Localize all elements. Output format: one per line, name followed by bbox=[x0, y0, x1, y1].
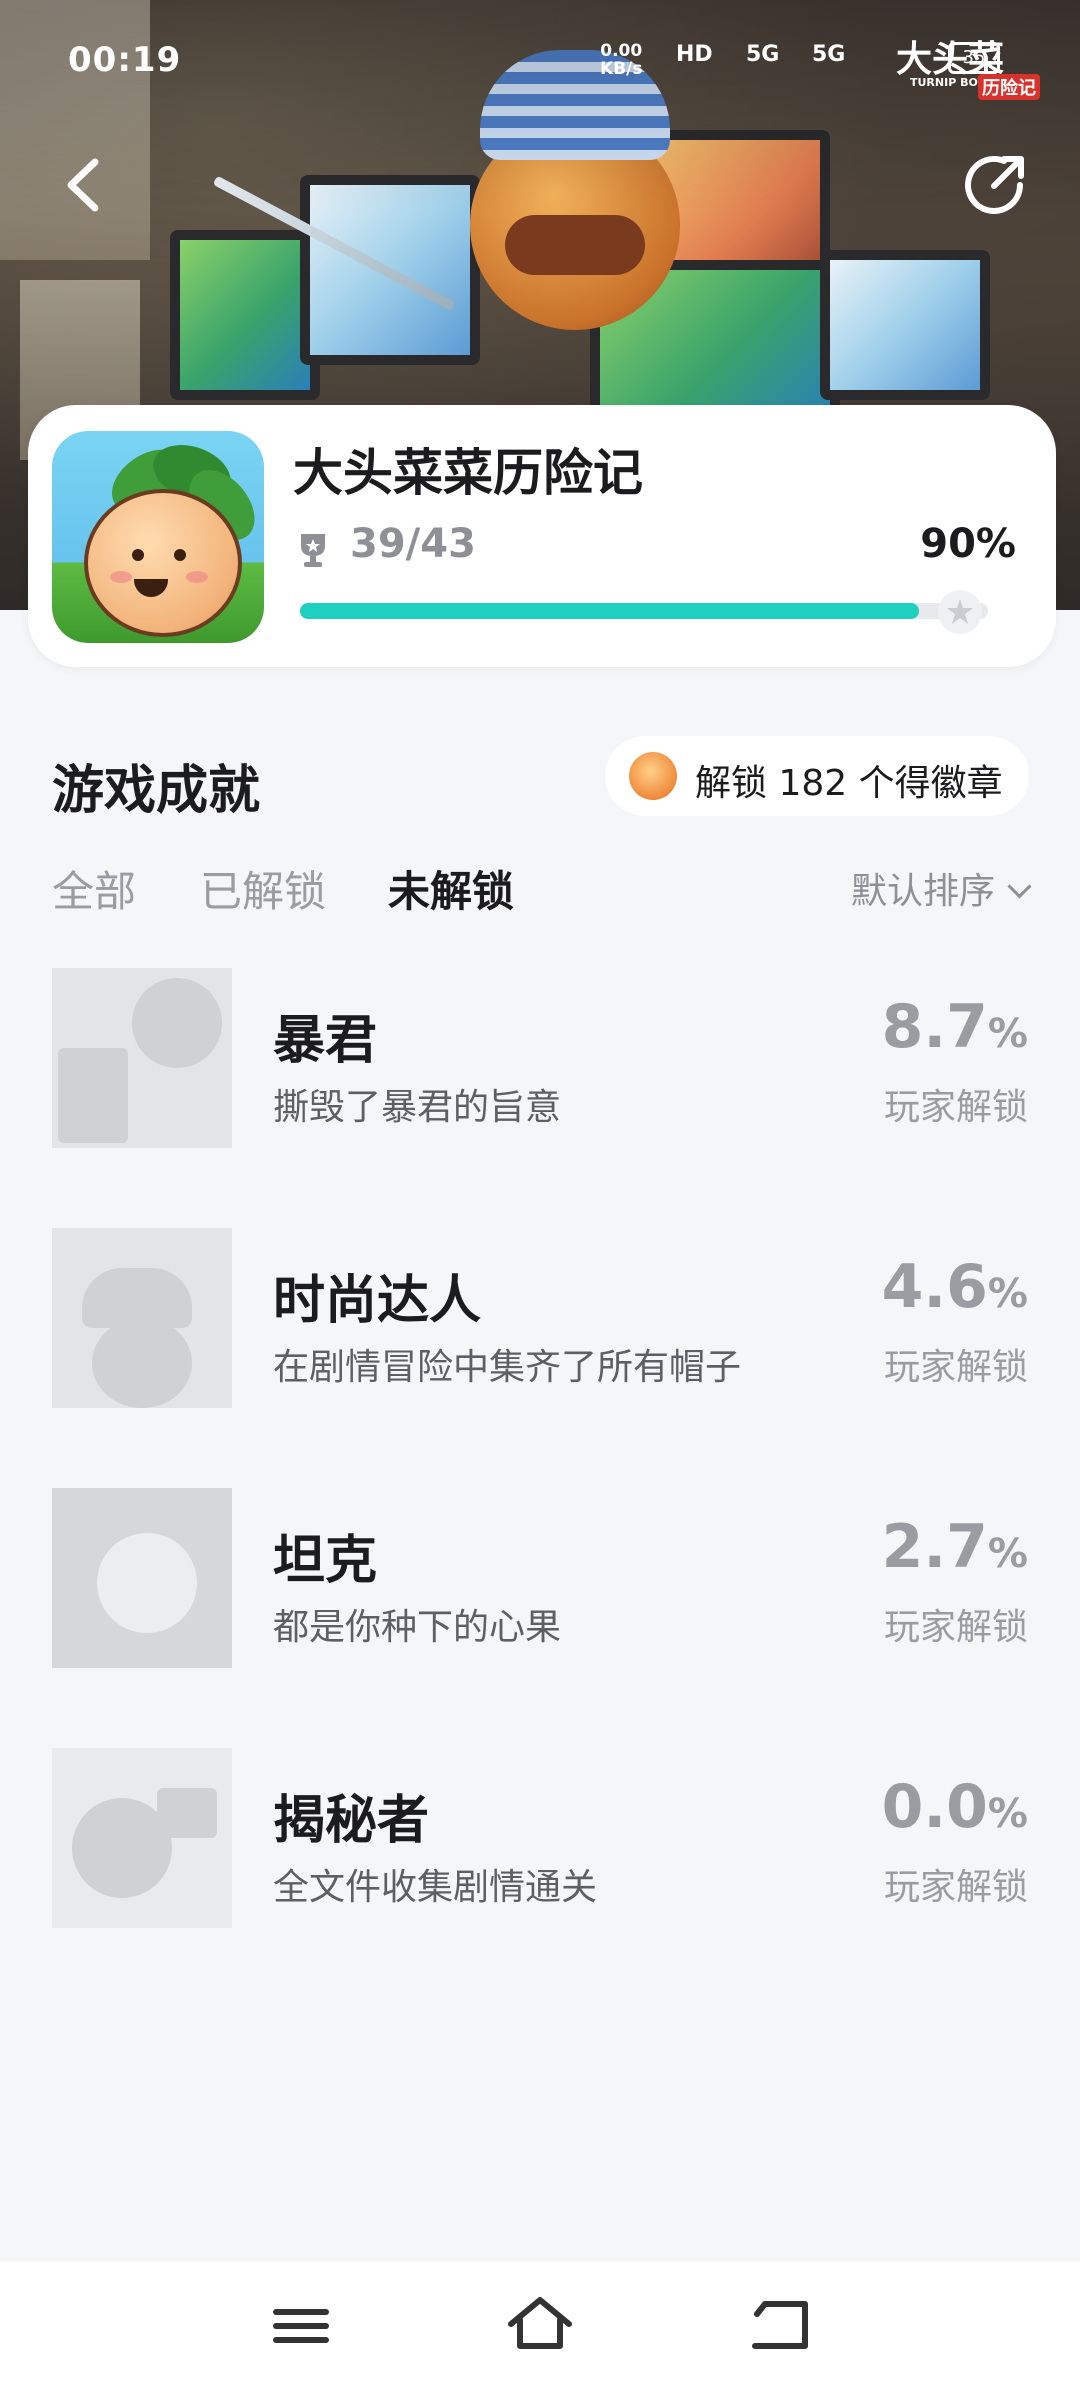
achievement-stat-label: 玩家解锁 bbox=[883, 1607, 1028, 1648]
achievement-unlock-percent: 2.7% bbox=[881, 1512, 1028, 1582]
tab-unlocked[interactable]: 已解锁 bbox=[200, 858, 326, 919]
badge-unlock-info[interactable]: 解锁 182 个得徽章 bbox=[605, 736, 1029, 816]
back-icon bbox=[752, 2301, 808, 2349]
achievement-stat-label: 玩家解锁 bbox=[883, 1087, 1028, 1128]
chevron-down-icon bbox=[1007, 874, 1032, 899]
badge-unlock-text: 解锁 182 个得徽章 bbox=[695, 763, 1003, 804]
section-title: 游戏成就 bbox=[52, 761, 261, 821]
achievement-progress-bar bbox=[300, 603, 988, 619]
sort-label: 默认排序 bbox=[850, 871, 995, 912]
achievement-thumbnail bbox=[52, 1228, 232, 1408]
signal-5g-1: 5G bbox=[746, 42, 780, 67]
achievement-item[interactable]: 时尚达人 在剧情冒险中集齐了所有帽子 4.6% 玩家解锁 bbox=[0, 1228, 1080, 1408]
nav-back-button[interactable] bbox=[745, 2290, 815, 2360]
medal-icon bbox=[629, 752, 677, 800]
net-speed: 0.00 KB/s bbox=[600, 41, 643, 79]
nav-home-button[interactable] bbox=[505, 2290, 575, 2360]
achievement-item[interactable]: 坦克 都是你种下的心果 2.7% 玩家解锁 bbox=[0, 1488, 1080, 1668]
achievement-thumbnail bbox=[52, 1748, 232, 1928]
tab-locked[interactable]: 未解锁 bbox=[388, 858, 514, 919]
menu-icon bbox=[273, 2309, 329, 2343]
share-icon bbox=[965, 156, 1024, 214]
signal-5g-2: 5G bbox=[812, 42, 846, 67]
achievement-progress-percent: 90% bbox=[920, 521, 1016, 567]
progress-bar-fill bbox=[300, 603, 920, 619]
achievement-name: 坦克 bbox=[273, 1531, 378, 1591]
progress-end-star-icon bbox=[938, 590, 982, 634]
achievement-name: 时尚达人 bbox=[273, 1271, 482, 1331]
system-nav-bar bbox=[0, 2262, 1080, 2388]
back-arrow-icon bbox=[67, 158, 99, 212]
achievement-stat-label: 玩家解锁 bbox=[883, 1867, 1028, 1908]
hd-indicator: HD bbox=[676, 42, 713, 67]
achievement-description: 都是你种下的心果 bbox=[273, 1607, 562, 1648]
achievement-thumbnail bbox=[52, 968, 232, 1148]
sort-dropdown[interactable]: 默认排序 bbox=[850, 862, 1032, 914]
tab-all[interactable]: 全部 bbox=[52, 858, 136, 919]
achievement-name: 揭秘者 bbox=[273, 1791, 430, 1851]
achievement-description: 在剧情冒险中集齐了所有帽子 bbox=[273, 1347, 742, 1388]
home-icon bbox=[508, 2297, 572, 2349]
achievement-progress-count: 39/43 bbox=[350, 521, 476, 567]
nav-menu-button[interactable] bbox=[266, 2290, 336, 2360]
game-icon[interactable] bbox=[52, 431, 264, 643]
achievement-unlock-percent: 4.6% bbox=[881, 1252, 1028, 1322]
back-button[interactable] bbox=[55, 150, 115, 220]
achievement-thumbnail bbox=[52, 1488, 232, 1668]
game-info-card: 大头菜菜历险记 39/43 90% bbox=[28, 405, 1056, 667]
achievement-item[interactable]: 暴君 撕毁了暴君的旨意 8.7% 玩家解锁 bbox=[0, 968, 1080, 1148]
achievement-name: 暴君 bbox=[273, 1011, 378, 1071]
achievement-stat-label: 玩家解锁 bbox=[883, 1347, 1028, 1388]
game-title: 大头菜菜历险记 bbox=[293, 444, 643, 502]
achievement-unlock-percent: 8.7% bbox=[881, 992, 1028, 1062]
trophy-icon bbox=[301, 534, 325, 567]
brand-logo: 大头菜 TURNIP BOY 历险记 bbox=[860, 26, 1050, 100]
achievement-unlock-percent: 0.0% bbox=[881, 1772, 1028, 1842]
status-time: 00:19 bbox=[68, 40, 182, 80]
achievement-description: 撕毁了暴君的旨意 bbox=[273, 1087, 562, 1128]
achievement-item[interactable]: 揭秘者 全文件收集剧情通关 0.0% 玩家解锁 bbox=[0, 1748, 1080, 1928]
share-button[interactable] bbox=[960, 150, 1030, 220]
achievement-description: 全文件收集剧情通关 bbox=[273, 1867, 598, 1908]
